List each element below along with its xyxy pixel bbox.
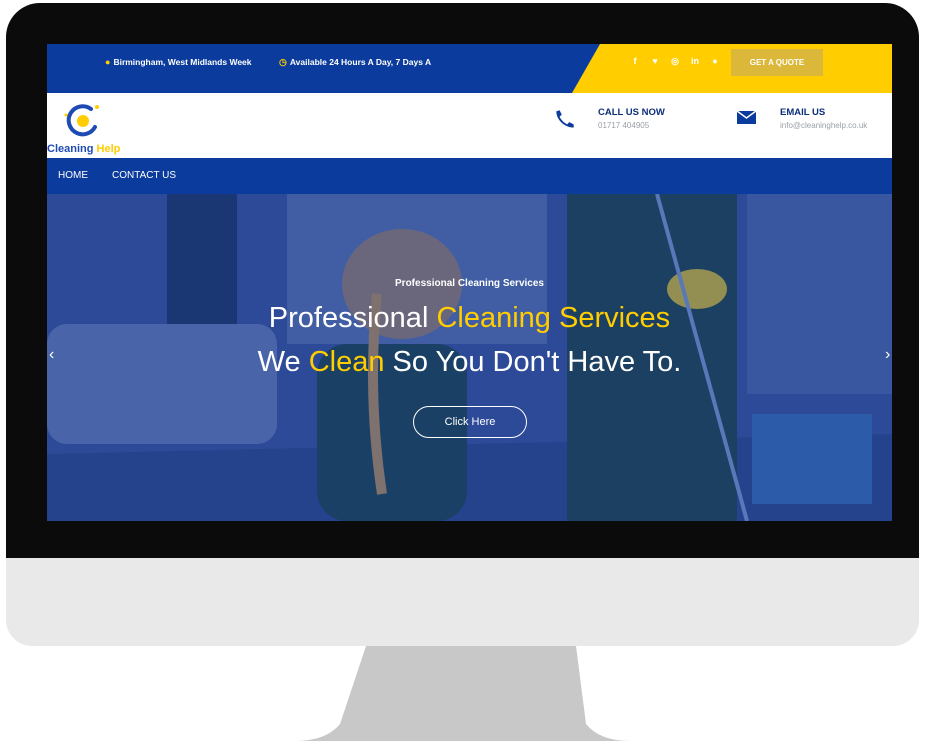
logo-word-cleaning: Cleaning [47, 143, 94, 155]
slider-prev-arrow-icon[interactable]: ‹ [49, 346, 54, 364]
call-us-title: CALL US NOW [598, 107, 665, 118]
social-links: f ♥ ◎ in ● [631, 56, 719, 67]
envelope-icon [736, 110, 757, 124]
website-screen: ● Birmingham, West Midlands Week ◷ Availab… [47, 44, 892, 521]
facebook-icon[interactable]: f [631, 56, 639, 67]
availability-text: Available 24 Hours A Day, 7 Days A [289, 57, 432, 67]
email-address[interactable]: info@cleaninghelp.co.uk [780, 121, 867, 130]
monitor-stand [295, 646, 630, 741]
phone-icon [556, 110, 574, 128]
monitor-chin [6, 558, 919, 646]
logo-mark-icon [64, 104, 99, 137]
clock-icon: ◷ [279, 57, 287, 67]
location-info: ● Birmingham, West Midlands Week [105, 56, 265, 69]
headline2-text-end: So You Don't Have To. [392, 346, 682, 378]
headline2-text-start: We [257, 346, 301, 378]
site-logo[interactable]: Cleaning Help [47, 101, 157, 157]
hero-headline-line2: We Clean So You Don't Have To. [47, 346, 892, 379]
nav-contact-us[interactable]: CONTACT US [112, 170, 176, 181]
nav-home[interactable]: HOME [58, 170, 88, 181]
top-bar: ● Birmingham, West Midlands Week ◷ Availab… [47, 44, 892, 93]
instagram-icon[interactable]: ◎ [671, 56, 679, 67]
headline1-text: Professional [268, 302, 429, 334]
logo-text: Cleaning Help [47, 143, 120, 155]
get-a-quote-button[interactable]: GET A QUOTE [731, 49, 823, 76]
click-here-button[interactable]: Click Here [413, 406, 527, 438]
twitter-icon[interactable]: ♥ [651, 56, 659, 67]
site-header: Cleaning Help CALL US NOW 01717 404905 E… [47, 93, 892, 158]
location-text: Birmingham, West Midlands Week [113, 57, 252, 67]
pinterest-icon[interactable]: ● [711, 56, 719, 67]
availability-info: ◷ Available 24 Hours A Day, 7 Days A [279, 56, 479, 69]
hero-kicker: Professional Cleaning Services [395, 278, 544, 289]
email-us-title: EMAIL US [780, 107, 826, 118]
map-pin-icon: ● [105, 57, 111, 67]
linkedin-icon[interactable]: in [691, 56, 699, 67]
main-nav: HOME CONTACT US [47, 158, 892, 194]
slider-next-arrow-icon[interactable]: › [885, 346, 890, 364]
hero-headline-line1: Professional Cleaning Services [47, 302, 892, 335]
logo-word-help: Help [96, 143, 121, 155]
hero-slider: Professional Cleaning Services Professio… [47, 194, 892, 521]
headline1-highlight: Cleaning Services [436, 302, 671, 334]
headline2-highlight: Clean [308, 346, 385, 378]
phone-number[interactable]: 01717 404905 [598, 121, 649, 130]
